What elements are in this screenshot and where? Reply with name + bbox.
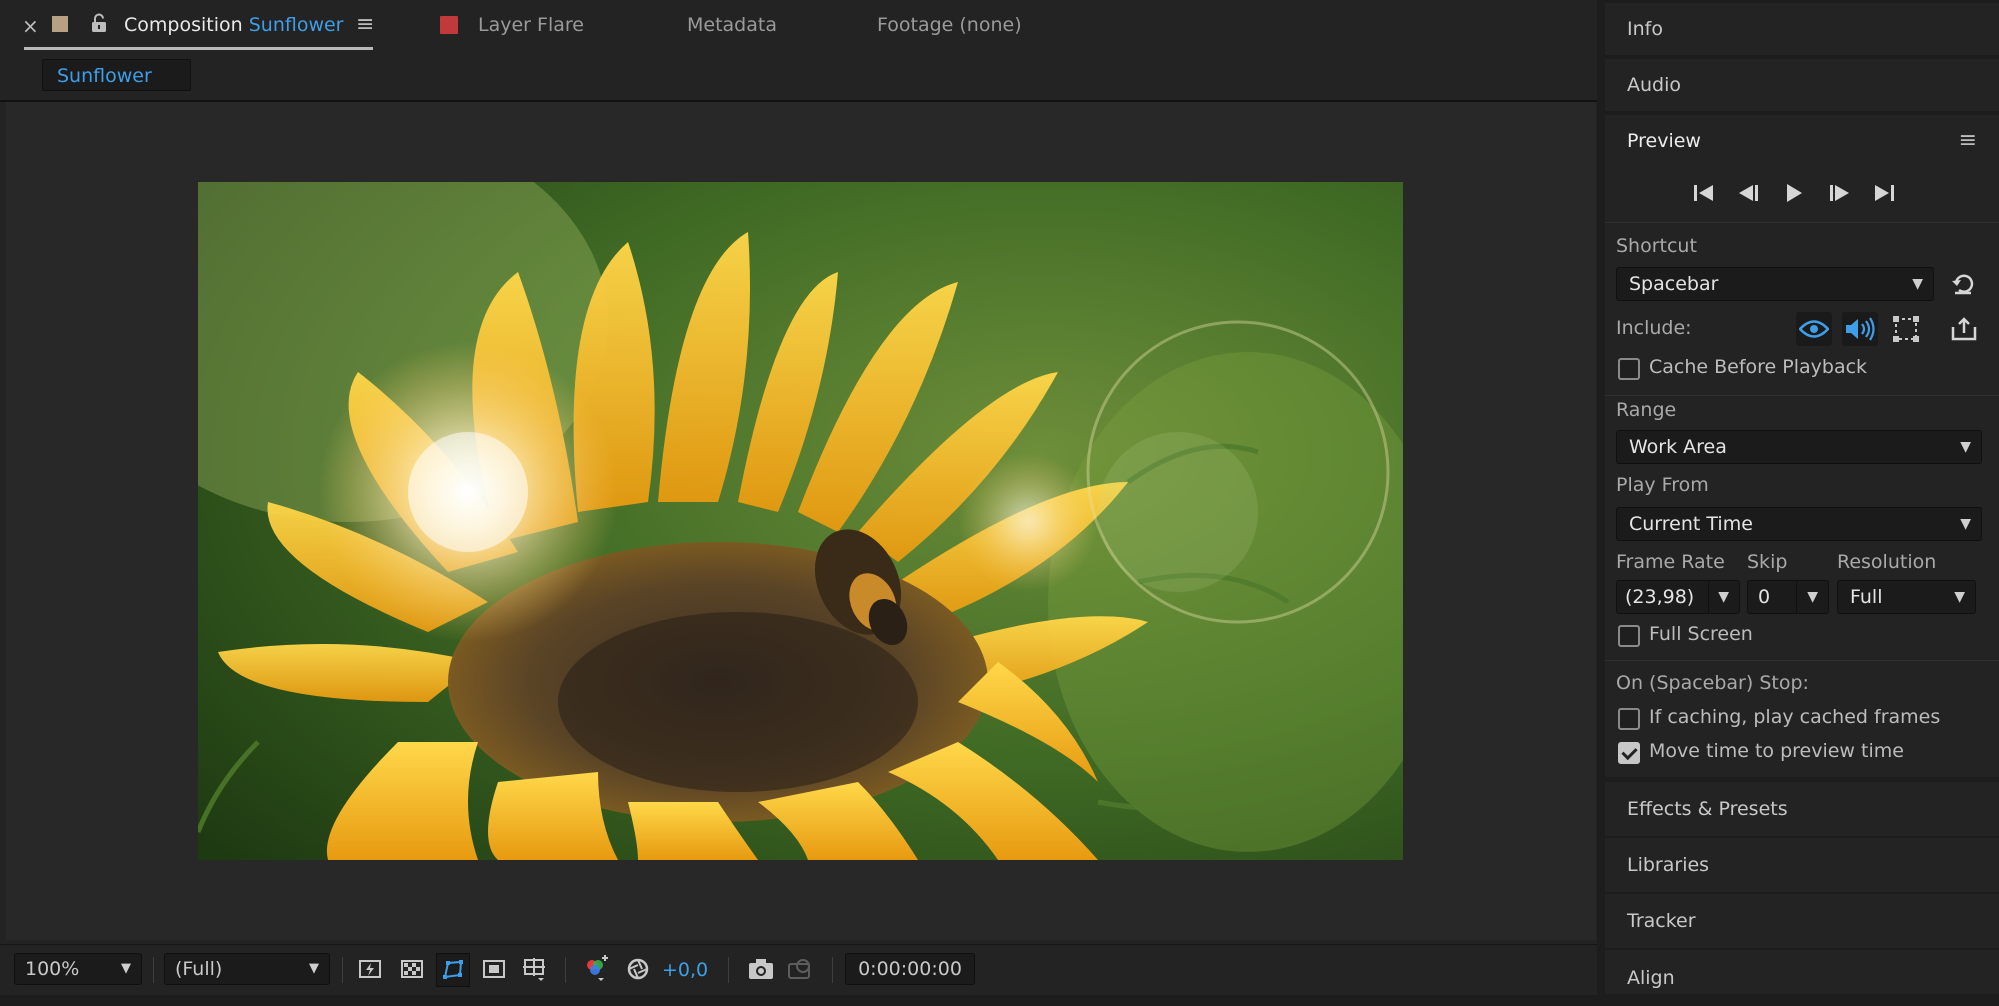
range-dropdown[interactable]: Work Area ▼ [1616, 430, 1982, 464]
include-audio-speaker-icon[interactable] [1842, 312, 1878, 346]
composition-color-swatch [52, 16, 68, 32]
fast-previews-icon[interactable] [354, 953, 386, 985]
cache-before-playback-checkbox[interactable] [1618, 358, 1640, 380]
toolbar-divider [342, 957, 343, 983]
frame-rate-label: Frame Rate [1616, 551, 1725, 573]
if-caching-label: If caching, play cached frames [1649, 706, 1941, 728]
stop-options-label: On (Spacebar) Stop: [1616, 672, 1809, 694]
composition-menu-icon[interactable]: ≡ [356, 12, 374, 37]
toolbar-divider [728, 957, 729, 983]
grid-guides-icon[interactable] [518, 953, 550, 985]
tab-metadata[interactable]: Metadata [687, 14, 777, 36]
layer-color-swatch [440, 16, 458, 34]
resolution-dropdown[interactable]: (Full) ▼ [164, 953, 330, 985]
chevron-down-icon: ▼ [1912, 276, 1923, 292]
show-snapshot-icon[interactable] [785, 953, 817, 985]
magnification-value: 100% [25, 958, 80, 980]
previous-frame-icon[interactable] [1734, 178, 1764, 208]
exposure-value[interactable]: +0,0 [662, 959, 708, 981]
sunflower-bee-image [198, 182, 1403, 860]
panel-divider [1605, 222, 1999, 223]
current-time-display[interactable]: 0:00:00:00 [845, 953, 975, 985]
chevron-down-icon: ▼ [1954, 589, 1965, 605]
close-tab-icon[interactable]: × [22, 14, 39, 38]
mask-path-visibility-icon[interactable] [436, 953, 470, 987]
resolution-label: Resolution [1837, 551, 1937, 573]
shortcut-dropdown[interactable]: Spacebar ▼ [1616, 267, 1934, 301]
preview-resolution-dropdown[interactable]: Full ▼ [1837, 580, 1976, 614]
range-value: Work Area [1629, 436, 1727, 458]
dropdown-divider [1708, 581, 1709, 613]
include-video-eye-icon[interactable] [1796, 312, 1832, 346]
lock-icon[interactable] [90, 13, 108, 37]
magnification-dropdown[interactable]: 100% ▼ [14, 953, 142, 985]
play-from-value: Current Time [1629, 513, 1753, 535]
effects-presets-panel-header[interactable]: Effects & Presets [1605, 782, 1999, 836]
cache-before-playback-label: Cache Before Playback [1649, 356, 1868, 378]
region-of-interest-icon[interactable] [478, 953, 510, 985]
snapshot-camera-icon[interactable] [745, 953, 777, 985]
chevron-down-icon: ▼ [309, 961, 319, 976]
range-label: Range [1616, 399, 1677, 421]
last-frame-icon[interactable] [1869, 178, 1899, 208]
frame-rate-dropdown[interactable]: (23,98) ▼ [1616, 580, 1740, 614]
show-channel-icon[interactable] [580, 953, 612, 985]
shortcut-label: Shortcut [1616, 235, 1697, 257]
reset-icon[interactable] [1950, 271, 1976, 297]
audio-panel-header[interactable]: Audio [1605, 59, 1999, 111]
align-panel-header[interactable]: Align [1605, 950, 1999, 994]
chevron-down-icon: ▼ [1960, 516, 1971, 532]
composition-tab[interactable]: Composition Sunflower [124, 14, 344, 36]
preview-resolution-value: Full [1850, 586, 1883, 608]
transparency-grid-icon[interactable] [396, 953, 428, 985]
play-from-dropdown[interactable]: Current Time ▼ [1616, 507, 1982, 541]
tracker-panel-header[interactable]: Tracker [1605, 894, 1999, 948]
composition-frame-image[interactable] [198, 182, 1403, 860]
panel-divider [1605, 660, 1999, 661]
toolbar-divider [153, 957, 154, 983]
tab-layer-flare[interactable]: Layer Flare [478, 14, 584, 36]
full-screen-label: Full Screen [1649, 623, 1753, 645]
viewer-toolbar: 100% ▼ (Full) ▼ +0,0 0:00:00:00 [0, 944, 1597, 995]
include-overlays-icon[interactable] [1891, 314, 1921, 344]
preview-panel-title: Preview [1627, 130, 1701, 152]
play-from-label: Play From [1616, 474, 1709, 496]
chevron-down-icon: ▼ [1807, 589, 1818, 605]
shortcut-value: Spacebar [1629, 273, 1719, 295]
export-preview-icon[interactable] [1950, 315, 1978, 343]
info-panel-header[interactable]: Info [1605, 3, 1999, 55]
reset-exposure-icon[interactable] [622, 953, 654, 985]
resolution-value: (Full) [175, 958, 223, 980]
full-screen-checkbox[interactable] [1618, 625, 1640, 647]
composition-tab-prefix: Composition [124, 14, 243, 36]
panel-divider [1605, 395, 1999, 396]
libraries-panel-header[interactable]: Libraries [1605, 838, 1999, 892]
play-icon[interactable] [1779, 178, 1809, 208]
skip-label: Skip [1747, 551, 1788, 573]
composition-tab-name: Sunflower [248, 14, 344, 36]
frame-rate-value: (23,98) [1625, 586, 1695, 608]
chevron-down-icon: ▼ [121, 961, 131, 976]
include-label: Include: [1616, 317, 1692, 339]
move-time-checkbox[interactable] [1618, 742, 1640, 764]
move-time-label: Move time to preview time [1649, 740, 1904, 762]
if-caching-checkbox[interactable] [1618, 708, 1640, 730]
toolbar-divider [565, 957, 566, 983]
active-tab-indicator [24, 47, 373, 50]
chevron-down-icon: ▼ [1960, 439, 1971, 455]
dropdown-divider [1796, 581, 1797, 613]
chevron-down-icon: ▼ [1718, 589, 1729, 605]
panel-tab-bar: × Composition Sunflower ≡ Layer Flare Me… [0, 0, 1597, 52]
next-frame-icon[interactable] [1824, 178, 1854, 208]
preview-panel-header[interactable]: Preview ≡ [1605, 115, 1999, 171]
composition-navigator-chip[interactable]: Sunflower [42, 59, 191, 91]
first-frame-icon[interactable] [1689, 178, 1719, 208]
skip-dropdown[interactable]: 0 ▼ [1747, 580, 1829, 614]
tab-footage[interactable]: Footage (none) [877, 14, 1022, 36]
preview-menu-icon[interactable]: ≡ [1959, 115, 1977, 167]
flowchart-bar [0, 52, 1597, 102]
skip-value: 0 [1758, 586, 1771, 608]
toolbar-divider [832, 957, 833, 983]
